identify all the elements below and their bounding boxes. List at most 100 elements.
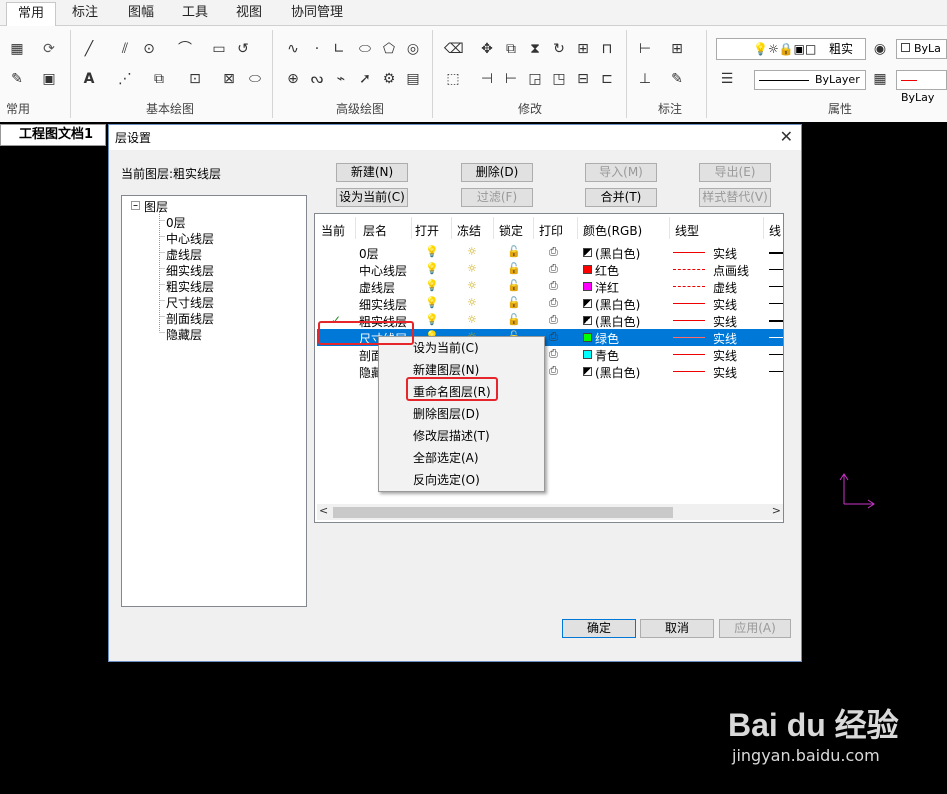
- parallel-line-icon[interactable]: ⫽: [116, 40, 134, 58]
- menu-item-invert-selection[interactable]: 反向选定(O): [413, 471, 480, 488]
- apply-button[interactable]: 应用(A): [719, 619, 791, 638]
- arrow-icon[interactable]: ➚: [356, 70, 374, 88]
- tab-dimension[interactable]: 标注: [62, 2, 108, 26]
- tree-root-layers[interactable]: 图层: [144, 198, 168, 215]
- dimension-continue-icon[interactable]: ⊥: [636, 70, 654, 88]
- printer-icon[interactable]: ⎙: [549, 245, 558, 259]
- break-line-icon[interactable]: ⌁: [332, 70, 350, 88]
- menu-item-new-layer[interactable]: 新建图层(N): [413, 361, 479, 378]
- color-swatch[interactable]: [583, 316, 592, 325]
- printer-icon[interactable]: ⎙: [549, 364, 558, 378]
- spline-icon[interactable]: ∿: [284, 40, 302, 58]
- menu-item-delete-layer[interactable]: 删除图层(D): [413, 405, 480, 422]
- layer-name-cell[interactable]: 细实线层: [359, 296, 407, 313]
- save-icon[interactable]: ▣: [40, 70, 58, 88]
- wave-line-icon[interactable]: ᔓ: [308, 70, 326, 88]
- centerline-icon[interactable]: ⊕: [284, 70, 302, 88]
- horizontal-scrollbar[interactable]: < >: [317, 504, 783, 520]
- sun-icon[interactable]: ☼: [467, 279, 477, 292]
- color-name-cell[interactable]: 洋红: [595, 279, 619, 296]
- ellipse-icon[interactable]: ⬭: [356, 40, 374, 58]
- linetype-cell[interactable]: 虚线: [713, 279, 737, 296]
- style-override-button[interactable]: 样式替代(V): [699, 188, 771, 207]
- hatch-icon[interactable]: ⊠: [220, 70, 238, 88]
- color-swatch[interactable]: [583, 299, 592, 308]
- dimension-edit-icon[interactable]: ✎: [668, 70, 686, 88]
- tree-node[interactable]: 虚线层: [166, 246, 202, 263]
- unlock-icon[interactable]: 🔓: [507, 279, 521, 292]
- merge-button[interactable]: 合并(T): [585, 188, 657, 207]
- layer-tree[interactable]: 图层 0层 中心线层 虚线层 细实线层 粗实线层 尺寸线层 剖面线层 隐藏层: [121, 195, 307, 607]
- tree-node[interactable]: 剖面线层: [166, 310, 214, 327]
- menu-item-select-all[interactable]: 全部选定(A): [413, 449, 479, 466]
- lightbulb-icon[interactable]: 💡: [425, 313, 439, 326]
- format-painter-icon[interactable]: ✎: [8, 70, 26, 88]
- tab-frame[interactable]: 图幅: [118, 2, 164, 26]
- unlock-icon[interactable]: 🔓: [507, 245, 521, 258]
- table-row[interactable]: 虚线层 💡 ☼ 🔓 ⎙ 洋红 虚线: [317, 278, 783, 295]
- color-swatch[interactable]: [583, 350, 592, 359]
- new-layer-button[interactable]: 新建(N): [336, 163, 408, 182]
- color-name-cell[interactable]: (黑白色): [595, 364, 640, 381]
- export-button[interactable]: 导出(E): [699, 163, 771, 182]
- stamp-icon[interactable]: ⊡: [186, 70, 204, 88]
- layer-name-cell[interactable]: 中心线层: [359, 262, 407, 279]
- point-icon[interactable]: ·: [308, 40, 326, 58]
- circle-icon[interactable]: ⊙: [140, 40, 158, 58]
- lightbulb-icon[interactable]: 💡: [425, 262, 439, 275]
- linetype-combo[interactable]: ByLayer: [754, 70, 866, 90]
- color-swatch[interactable]: [583, 265, 592, 274]
- lineweight-combo[interactable]: ByLay: [896, 70, 947, 104]
- column-header-lineweight[interactable]: 线: [769, 222, 781, 239]
- layer-name-cell[interactable]: 0层: [359, 245, 379, 262]
- rotate-icon[interactable]: ↻: [550, 40, 568, 58]
- scroll-right-icon[interactable]: >: [772, 504, 781, 517]
- lineweight-icon[interactable]: ☰: [718, 70, 736, 88]
- table-row[interactable]: 0层 💡 ☼ 🔓 ⎙ (黑白色) 实线: [317, 244, 783, 261]
- filter-button[interactable]: 过滤(F): [461, 188, 533, 207]
- unlock-icon[interactable]: 🔓: [507, 262, 521, 275]
- dialog-titlebar[interactable]: 层设置 ✕: [109, 125, 801, 150]
- tree-node[interactable]: 隐藏层: [166, 326, 202, 343]
- explode-icon[interactable]: ⊟: [574, 70, 592, 88]
- polygon-icon[interactable]: ⬠: [380, 40, 398, 58]
- lightbulb-icon[interactable]: 💡: [425, 245, 439, 258]
- unlock-icon[interactable]: 🔓: [507, 313, 521, 326]
- dimension-linear-icon[interactable]: ⊢: [636, 40, 654, 58]
- copy-icon[interactable]: ⧉: [502, 40, 520, 58]
- color-swatch[interactable]: [583, 248, 592, 257]
- block-icon[interactable]: ⧉: [150, 70, 168, 88]
- color-name-cell[interactable]: (黑白色): [595, 313, 640, 330]
- printer-icon[interactable]: ⎙: [549, 279, 558, 293]
- printer-icon[interactable]: ⎙: [549, 313, 558, 327]
- column-header-print[interactable]: 打印: [539, 222, 563, 239]
- scale-icon[interactable]: ⬚: [444, 70, 462, 88]
- eraser-icon[interactable]: ⌫: [444, 40, 464, 58]
- region-icon[interactable]: ⬭: [246, 70, 264, 88]
- sun-icon[interactable]: ☼: [467, 296, 477, 309]
- color-name-cell[interactable]: (黑白色): [595, 245, 640, 262]
- chamfer-icon[interactable]: ◳: [550, 70, 568, 88]
- line-icon[interactable]: ╱: [80, 40, 98, 58]
- linetype-cell[interactable]: 实线: [713, 364, 737, 381]
- color-name-cell[interactable]: (黑白色): [595, 296, 640, 313]
- dashed-line-icon[interactable]: ⋰: [116, 70, 134, 88]
- tab-collaboration[interactable]: 协同管理: [282, 2, 352, 26]
- color-swatch[interactable]: [583, 333, 592, 342]
- table-icon[interactable]: ▤: [404, 70, 422, 88]
- tree-node[interactable]: 0层: [166, 214, 186, 231]
- offset-icon[interactable]: ⊏: [598, 70, 616, 88]
- ok-button[interactable]: 确定: [562, 619, 636, 638]
- scroll-left-icon[interactable]: <: [319, 504, 328, 517]
- set-current-button[interactable]: 设为当前(C): [336, 188, 408, 207]
- undo-curve-icon[interactable]: ↺: [234, 40, 252, 58]
- donut-icon[interactable]: ◎: [404, 40, 422, 58]
- sun-icon[interactable]: ☼: [467, 245, 477, 258]
- linetype-cell[interactable]: 实线: [713, 245, 737, 262]
- printer-icon[interactable]: ⎙: [549, 347, 558, 361]
- paste-icon[interactable]: ▦: [8, 40, 26, 58]
- gear-icon[interactable]: ⚙: [380, 70, 398, 88]
- column-header-on[interactable]: 打开: [415, 222, 439, 239]
- refresh-icon[interactable]: ⟳: [40, 40, 58, 58]
- column-header-current[interactable]: 当前: [321, 222, 345, 239]
